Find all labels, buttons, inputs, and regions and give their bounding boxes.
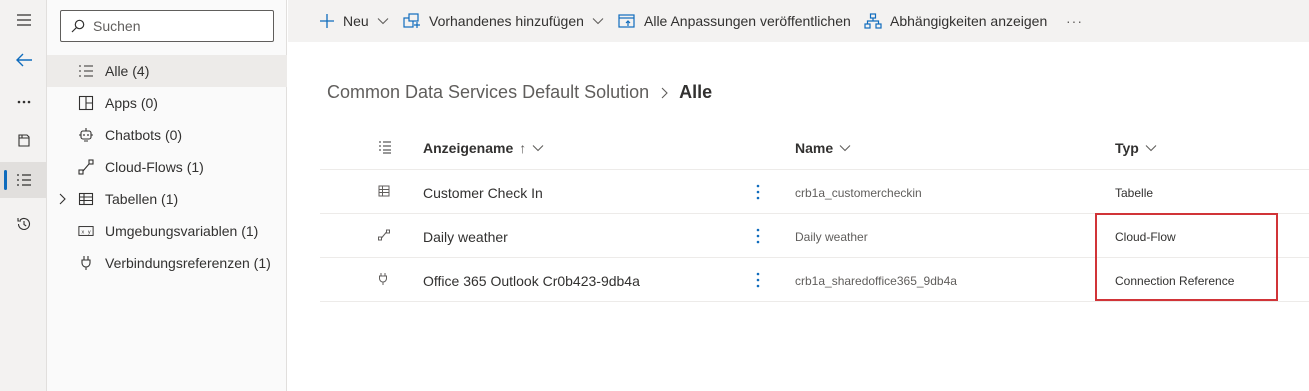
nav-item-count: (0) — [164, 127, 183, 143]
plug-icon — [378, 272, 392, 286]
grid-header: Anzeigename ↑ Name Typ — [320, 126, 1309, 170]
nav-item-label: Alle — [105, 63, 129, 79]
nav-item-label: Umgebungsvariablen — [105, 223, 238, 239]
nav-item-count: (1) — [253, 255, 271, 271]
nav-item-label: Chatbots — [105, 127, 162, 143]
breadcrumb-current: Alle — [679, 82, 713, 102]
search-box — [60, 10, 274, 42]
nav-item-count: (1) — [186, 159, 204, 175]
column-options-icon[interactable] — [378, 140, 392, 159]
add-existing-button[interactable]: Vorhandenes hinzufügen — [403, 10, 612, 32]
more-vertical-icon[interactable] — [752, 226, 764, 246]
nav-item-alle[interactable]: Alle (4) — [47, 55, 287, 87]
add-existing-icon — [403, 13, 420, 28]
table-row[interactable]: Customer Check In crb1a_customercheckin … — [320, 170, 1309, 214]
variable-icon: x y — [78, 223, 94, 239]
breadcrumb: Common Data Services Default Solution Al… — [327, 82, 712, 103]
new-button-label: Neu — [343, 13, 369, 29]
publish-all-button[interactable]: Alle Anpassungen veröffentlichen — [618, 10, 851, 32]
column-header-label: Typ — [1115, 140, 1139, 156]
publish-all-button-label: Alle Anpassungen veröffentlichen — [644, 13, 851, 29]
flow-icon — [378, 228, 392, 242]
flow-icon — [78, 159, 94, 175]
more-vertical-icon[interactable] — [752, 182, 764, 202]
nav-item-cloud-flows[interactable]: Cloud-Flows (1) — [47, 151, 287, 183]
search-input[interactable] — [93, 18, 263, 34]
library-icon[interactable] — [0, 122, 47, 158]
more-commands-button[interactable]: ··· — [1066, 10, 1083, 32]
table-icon — [378, 184, 392, 198]
row-display-name[interactable]: Daily weather — [423, 229, 508, 245]
more-commands-label: ··· — [1066, 13, 1083, 29]
row-name: Daily weather — [795, 230, 868, 244]
chevron-right-icon[interactable] — [56, 192, 68, 206]
all-list-icon — [78, 63, 94, 79]
nav-item-count: (0) — [140, 95, 158, 111]
new-button[interactable]: Neu — [319, 10, 397, 32]
back-arrow-icon[interactable] — [0, 42, 47, 78]
column-header-name[interactable]: Name — [795, 140, 851, 156]
nav-item-verbindungsreferenzen[interactable]: Verbindungsreferenzen (1) — [47, 247, 287, 279]
show-dependencies-button-label: Abhängigkeiten anzeigen — [890, 13, 1048, 29]
nav-item-label: Verbindungsreferenzen — [105, 255, 250, 271]
ellipsis-icon[interactable] — [0, 84, 47, 120]
publish-icon — [618, 14, 635, 28]
nav-item-count: (4) — [132, 63, 150, 79]
chevron-down-icon — [377, 18, 389, 25]
dependencies-icon — [864, 13, 882, 29]
nav-item-apps[interactable]: Apps (0) — [47, 87, 287, 119]
plug-icon — [78, 255, 94, 271]
row-name: crb1a_customercheckin — [795, 186, 922, 200]
object-nav-panel: Alle (4) Apps (0) Chatbots (0) Cloud-Flo… — [47, 0, 287, 391]
breadcrumb-parent-link[interactable]: Common Data Services Default Solution — [327, 82, 649, 103]
nav-item-label: Tabellen — [105, 191, 158, 207]
nav-item-tabellen[interactable]: Tabellen (1) — [47, 183, 287, 215]
nav-item-chatbots[interactable]: Chatbots (0) — [47, 119, 287, 151]
chevron-down-icon — [532, 145, 544, 152]
left-rail — [0, 0, 47, 391]
column-header-type[interactable]: Typ — [1115, 140, 1157, 156]
history-icon[interactable] — [0, 206, 47, 242]
column-header-label: Name — [795, 140, 834, 156]
nav-item-umgebungsvariablen[interactable]: x y Umgebungsvariablen (1) — [47, 215, 287, 247]
plus-icon — [320, 14, 334, 28]
table-icon — [78, 191, 94, 207]
highlight-box — [1095, 213, 1278, 301]
chevron-down-icon — [839, 145, 851, 152]
chatbot-icon — [78, 127, 94, 143]
add-existing-button-label: Vorhandenes hinzufügen — [429, 13, 584, 29]
nav-item-count: (1) — [161, 191, 179, 207]
column-header-display-name[interactable]: Anzeigename ↑ — [423, 140, 544, 156]
chevron-down-icon — [592, 18, 604, 25]
list-icon[interactable] — [0, 162, 47, 198]
nav-item-count: (1) — [241, 223, 259, 239]
show-dependencies-button[interactable]: Abhängigkeiten anzeigen — [864, 10, 1047, 32]
row-display-name[interactable]: Customer Check In — [423, 185, 543, 201]
row-name: crb1a_sharedoffice365_9db4a — [795, 274, 957, 288]
command-bar: Neu Vorhandenes hinzufügen Alle Anpassun… — [288, 0, 1309, 42]
nav-item-label: Cloud-Flows — [105, 159, 183, 175]
column-header-label: Anzeigename — [423, 140, 514, 156]
more-vertical-icon[interactable] — [752, 270, 764, 290]
sort-ascending-icon: ↑ — [519, 140, 527, 156]
search-icon — [71, 19, 85, 33]
row-display-name[interactable]: Office 365 Outlook Cr0b423-9db4a — [423, 273, 640, 289]
hamburger-icon[interactable] — [0, 2, 47, 38]
apps-icon — [78, 95, 94, 111]
chevron-right-icon — [659, 86, 669, 100]
row-type: Tabelle — [1115, 186, 1154, 200]
chevron-down-icon — [1145, 145, 1157, 152]
svg-text:x y: x y — [81, 230, 91, 236]
nav-item-label: Apps — [105, 95, 137, 111]
